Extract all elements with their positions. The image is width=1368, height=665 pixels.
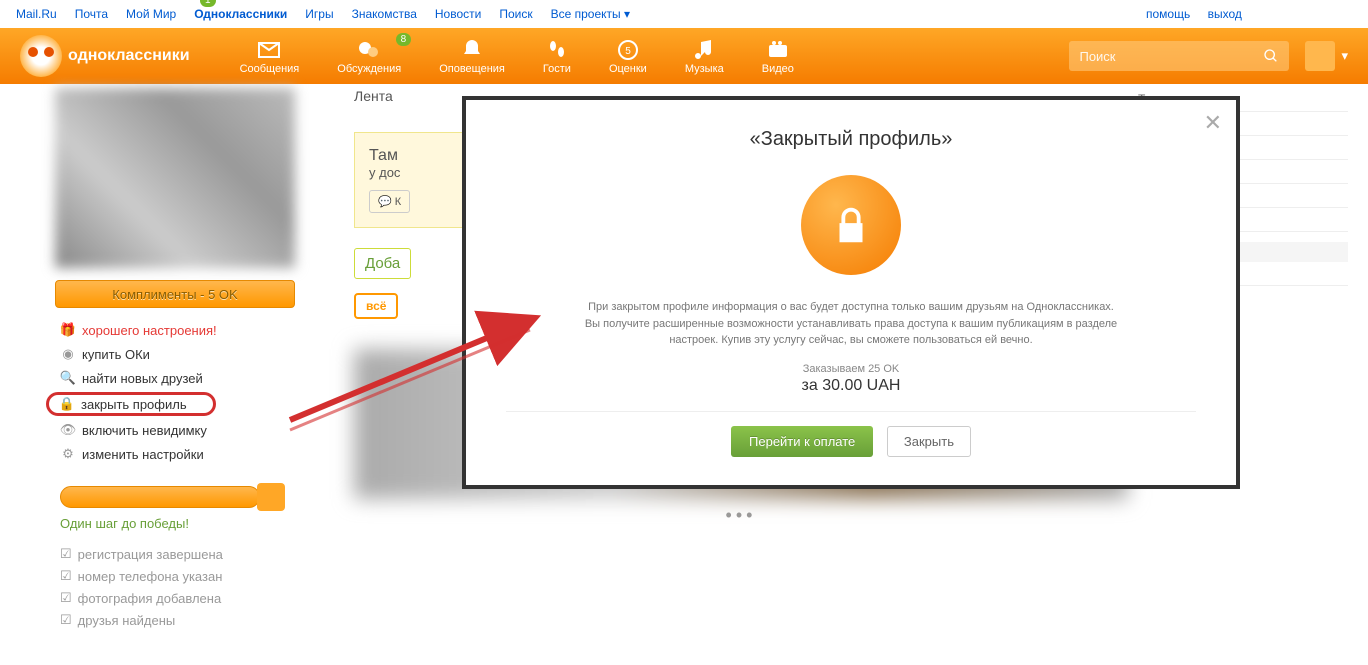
modal-close-icon[interactable]: ✕ <box>1204 110 1222 136</box>
top-link-dating[interactable]: Знакомства <box>352 7 417 21</box>
bell-icon <box>439 37 505 63</box>
envelope-icon <box>240 37 300 63</box>
music-icon <box>685 37 724 63</box>
top-link-news[interactable]: Новости <box>435 7 481 21</box>
logo-text: одноклассники <box>68 47 190 65</box>
eye-icon: 👁 <box>60 422 76 438</box>
sidebar-settings[interactable]: ⚙ изменить настройки <box>60 442 330 466</box>
check-phone: ☑номер телефона указан <box>60 565 330 587</box>
main-nav: Сообщения 8 Обсуждения Оповещения Гости … <box>240 37 794 75</box>
profile-photo[interactable] <box>55 88 295 268</box>
check-registration: ☑регистрация завершена <box>60 543 330 565</box>
sidebar-mood[interactable]: 🎁 хорошего настроения! <box>60 318 330 342</box>
top-link-mailru[interactable]: Mail.Ru <box>16 7 57 21</box>
closed-profile-modal: ✕ «Закрытый профиль» При закрытом профил… <box>466 100 1236 485</box>
logo[interactable]: одноклассники <box>20 35 190 77</box>
gear-icon: ⚙ <box>60 446 76 462</box>
discussions-badge: 8 <box>396 33 412 46</box>
price-value: за 30.00 UAH <box>506 377 1196 395</box>
nav-video[interactable]: Видео <box>762 37 794 75</box>
user-avatar[interactable] <box>1305 41 1335 71</box>
compliments-button[interactable]: Комплименты - 5 OK <box>55 280 295 308</box>
checklist: ☑регистрация завершена ☑номер телефона у… <box>60 543 330 631</box>
search-icon[interactable] <box>1263 48 1279 64</box>
top-link-ok[interactable]: Одноклассники <box>194 7 287 21</box>
add-button[interactable]: Доба <box>354 248 411 279</box>
check-icon: ☑ <box>60 568 72 584</box>
gift-box-icon <box>257 483 285 511</box>
left-sidebar: Комплименты - 5 OK 🎁 хорошего настроения… <box>20 88 330 631</box>
sidebar-find-friends[interactable]: 🔍 найти новых друзей <box>60 366 330 390</box>
top-link-allprojects[interactable]: Все проекты ▾ <box>551 7 630 21</box>
chevron-down-icon[interactable]: ▾ <box>1341 48 1348 64</box>
top-help[interactable]: помощь <box>1146 7 1190 21</box>
all-filter-button[interactable]: всё <box>354 293 398 319</box>
nav-alerts[interactable]: Оповещения <box>439 37 505 75</box>
modal-title: «Закрытый профиль» <box>506 128 1196 151</box>
footprints-icon <box>543 37 571 63</box>
check-icon: ☑ <box>60 590 72 606</box>
top-link-moimir[interactable]: Мой Мир <box>126 7 176 21</box>
modal-description: При закрытом профиле информация о вас бу… <box>581 299 1121 349</box>
search-input[interactable] <box>1079 49 1263 64</box>
lock-circle-icon <box>801 175 901 275</box>
promo-button[interactable]: 💬 К <box>369 190 410 213</box>
svg-text:5: 5 <box>625 46 631 57</box>
modal-price: Заказываем 25 OK за 30.00 UAH <box>506 363 1196 395</box>
pay-button[interactable]: Перейти к оплате <box>731 426 873 457</box>
order-label: Заказываем 25 OK <box>506 363 1196 375</box>
check-friends: ☑друзья найдены <box>60 609 330 631</box>
sidebar-buy-ok[interactable]: ◉ купить ОКи <box>60 342 330 366</box>
nav-music[interactable]: Музыка <box>685 37 724 75</box>
sidebar-close-profile[interactable]: 🔒 закрыть профиль <box>46 392 216 416</box>
check-icon: ☑ <box>60 612 72 628</box>
top-link-games[interactable]: Игры <box>305 7 333 21</box>
video-icon <box>762 37 794 63</box>
search-box[interactable] <box>1069 41 1289 71</box>
top-logout[interactable]: выход <box>1208 7 1242 21</box>
close-button[interactable]: Закрыть <box>887 426 971 457</box>
nav-ratings[interactable]: 5 Оценки <box>609 37 647 75</box>
owl-icon <box>20 35 62 77</box>
coin-icon: ◉ <box>60 346 76 362</box>
progress-caption: Один шаг до победы! <box>60 516 330 531</box>
lock-icon: 🔒 <box>59 396 75 412</box>
check-photo: ☑фотография добавлена <box>60 587 330 609</box>
nav-guests[interactable]: Гости <box>543 37 571 75</box>
top-link-search[interactable]: Поиск <box>499 7 532 21</box>
progress-bar <box>60 486 260 508</box>
chat-icon <box>337 37 401 63</box>
gift-icon: 🎁 <box>60 322 76 338</box>
check-icon: ☑ <box>60 546 72 562</box>
search-small-icon: 🔍 <box>60 370 76 386</box>
top-link-mail[interactable]: Почта <box>75 7 108 21</box>
site-header: одноклассники 1 Сообщения 8 Обсуждения О… <box>0 28 1368 84</box>
nav-discussions[interactable]: 8 Обсуждения <box>337 37 401 75</box>
sidebar-invisible[interactable]: 👁 включить невидимку <box>60 418 330 442</box>
feed-dots: ••• <box>354 505 1128 526</box>
nav-messages[interactable]: Сообщения <box>240 37 300 75</box>
star-icon: 5 <box>609 37 647 63</box>
